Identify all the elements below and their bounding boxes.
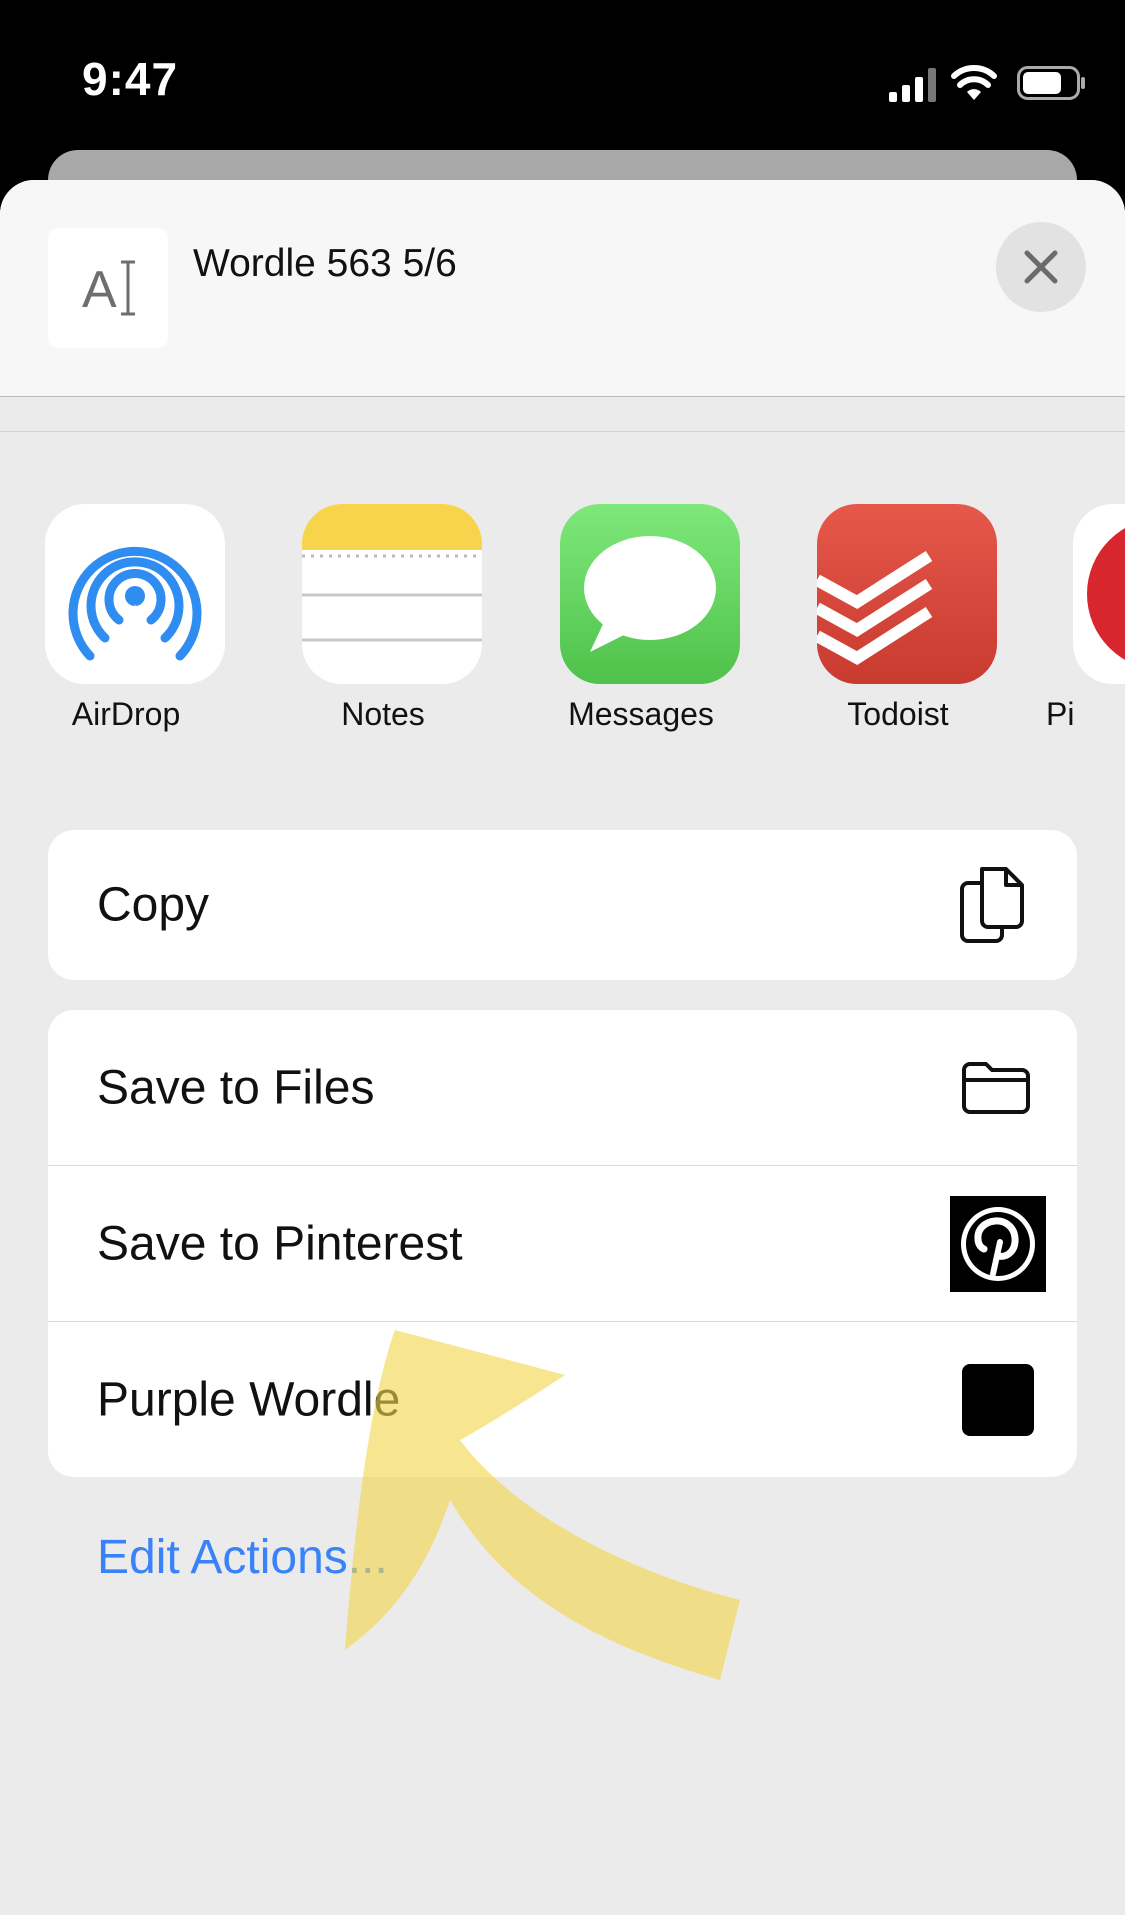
thumbnail-glyph: A bbox=[82, 261, 117, 319]
save-to-files-label: Save to Files bbox=[97, 1061, 375, 1114]
share-title: Wordle 563 5/6 bbox=[193, 242, 457, 285]
pinterest-icon bbox=[950, 1195, 1046, 1292]
battery-icon bbox=[1017, 66, 1085, 100]
close-button[interactable] bbox=[996, 222, 1086, 312]
app-pinterest[interactable]: Pi bbox=[1046, 504, 1125, 744]
purple-wordle-action[interactable]: Purple Wordle bbox=[48, 1322, 1077, 1477]
airdrop-icon bbox=[45, 504, 225, 684]
actions-card: Save to Files Save to Pinterest Purple W… bbox=[48, 1010, 1077, 1477]
close-icon bbox=[1024, 250, 1058, 284]
share-sheet: A Wordle 563 5/6 AirDrop Notes Messages … bbox=[0, 180, 1125, 1915]
status-icons bbox=[889, 62, 1089, 102]
messages-icon bbox=[560, 504, 740, 684]
app-airdrop[interactable]: AirDrop bbox=[26, 504, 226, 744]
save-to-pinterest-action[interactable]: Save to Pinterest bbox=[48, 1166, 1077, 1322]
purple-wordle-label: Purple Wordle bbox=[97, 1373, 401, 1426]
app-messages[interactable]: Messages bbox=[541, 504, 741, 744]
save-to-pinterest-label: Save to Pinterest bbox=[97, 1217, 463, 1270]
copy-icon bbox=[960, 867, 1024, 943]
folder-icon bbox=[962, 1061, 1030, 1114]
app-todoist[interactable]: Todoist bbox=[798, 504, 998, 744]
wifi-icon bbox=[951, 65, 997, 100]
status-bar: 9:47 bbox=[0, 0, 1125, 150]
shortcut-square-icon bbox=[962, 1363, 1034, 1436]
divider bbox=[0, 431, 1125, 432]
app-label-messages: Messages bbox=[568, 696, 714, 732]
text-cursor-icon bbox=[121, 260, 135, 316]
copy-action[interactable]: Copy bbox=[48, 830, 1077, 980]
app-label-notes: Notes bbox=[341, 696, 425, 732]
share-header: A Wordle 563 5/6 bbox=[0, 180, 1125, 397]
app-label-airdrop: AirDrop bbox=[71, 696, 181, 732]
todoist-icon bbox=[817, 504, 997, 684]
app-label-todoist: Todoist bbox=[847, 696, 949, 732]
cellular-signal-icon bbox=[889, 68, 936, 102]
content-thumbnail: A bbox=[48, 228, 168, 348]
copy-card: Copy bbox=[48, 830, 1077, 980]
pinterest-app-icon bbox=[1073, 504, 1125, 684]
app-label-pinterest: Pi bbox=[1046, 696, 1075, 732]
copy-label: Copy bbox=[97, 878, 210, 932]
save-to-files-action[interactable]: Save to Files bbox=[48, 1010, 1077, 1166]
notes-icon bbox=[302, 504, 482, 684]
status-time: 9:47 bbox=[82, 53, 179, 105]
app-notes[interactable]: Notes bbox=[283, 504, 483, 744]
edit-actions-link[interactable]: Edit Actions... bbox=[97, 1530, 388, 1585]
app-row: AirDrop Notes Messages Todoist Pi bbox=[0, 504, 1125, 744]
